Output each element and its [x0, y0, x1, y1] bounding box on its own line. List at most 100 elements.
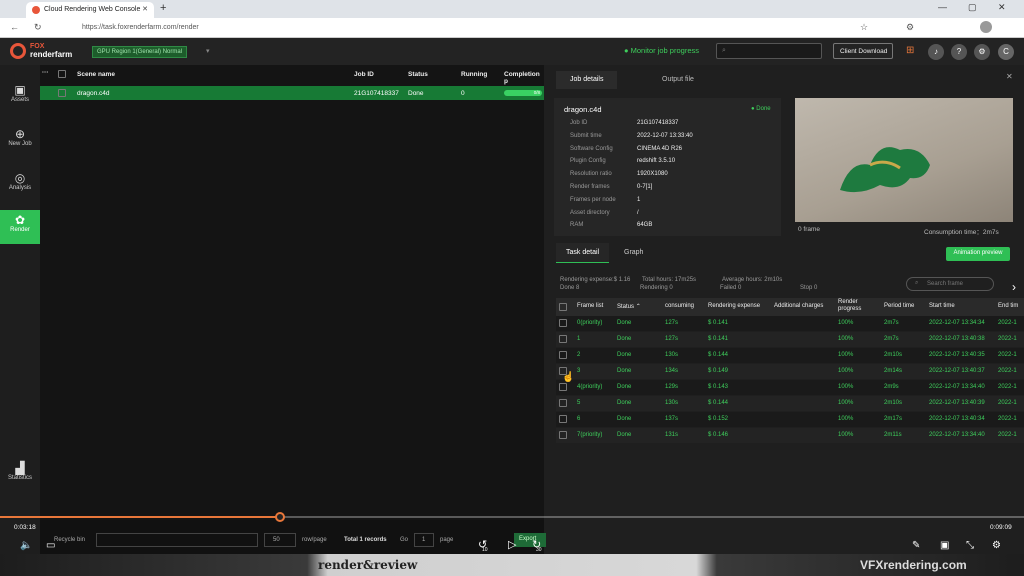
region-badge[interactable]: GPU Region 1(General) Normal	[92, 46, 188, 58]
avatar[interactable]: C	[998, 44, 1014, 60]
chevron-down-icon[interactable]: ▾	[206, 47, 210, 55]
go-label: Go	[400, 537, 409, 543]
url-input[interactable]: https://task.foxrenderfarm.com/render	[68, 20, 828, 36]
fullscreen-icon[interactable]: ⤡	[966, 540, 974, 551]
close-panel-icon[interactable]: ✕	[1006, 72, 1013, 81]
sidebar-item-statistics[interactable]: ▟ Statistics	[0, 458, 40, 492]
col-period-time[interactable]: Period time	[884, 303, 914, 309]
row-checkbox[interactable]	[559, 351, 567, 359]
job-table-header: ··· Scene name Job ID Status Running Com…	[40, 67, 544, 85]
close-tab-icon[interactable]: ✕	[142, 5, 148, 13]
col-frame-list[interactable]: Frame list	[577, 303, 603, 309]
table-row[interactable]: 6 Done 137s $ 0.152 100% 2m17s 2022-12-07 13:4…	[556, 412, 1024, 427]
table-row[interactable]: 1 Done 127s $ 0.141 100% 2m7s 2022-12-07 13:40…	[556, 332, 1024, 347]
tab-job-details[interactable]: Job details	[556, 71, 618, 89]
frame-cell: 134s	[665, 368, 679, 374]
row-checkbox[interactable]	[559, 319, 567, 327]
col-status[interactable]: Status ⌃	[617, 303, 641, 310]
table-row[interactable]: 7(priority) Done 131s $ 0.146 100% 2m11s 2022-…	[556, 428, 1024, 443]
refresh-icon[interactable]: ↻	[34, 22, 42, 33]
play-icon[interactable]: ▷	[508, 538, 516, 551]
sort-icon[interactable]: ⌃	[636, 304, 641, 310]
col-render-progress[interactable]: Render progress	[838, 299, 872, 313]
col-completion[interactable]: Completion p	[504, 71, 544, 85]
tab-output-file[interactable]: Output file	[648, 71, 708, 89]
volume-icon[interactable]: 🔈	[20, 540, 32, 551]
frame-cell: Done	[617, 368, 632, 374]
gift-icon[interactable]: ⊞	[906, 45, 914, 56]
frame-cell: 2022-12-07 13:34:40	[929, 432, 985, 438]
table-row[interactable]: 5 Done 130s $ 0.144 100% 2m10s 2022-12-07 13:4…	[556, 396, 1024, 411]
select-all-frames-checkbox[interactable]	[559, 303, 567, 311]
detail-scene-name: dragon.c4d	[564, 105, 602, 114]
minimize-icon[interactable]: —	[938, 2, 947, 12]
help-icon[interactable]: ?	[951, 44, 967, 60]
frame-search-input[interactable]: ⌕ Search frame	[906, 277, 994, 291]
col-running[interactable]: Running	[461, 71, 487, 78]
close-window-icon[interactable]: ✕	[998, 2, 1006, 13]
col-job-id[interactable]: Job ID	[354, 71, 374, 78]
page-number-input[interactable]: 1	[414, 533, 434, 547]
settings-icon[interactable]: ⚙	[974, 44, 990, 60]
col-end-time[interactable]: End tim	[998, 303, 1018, 309]
sidebar-item-assets[interactable]: ▣ Assets	[0, 80, 40, 114]
tab-task-detail[interactable]: Task detail	[556, 243, 610, 263]
frame-cell: $ 0.149	[708, 368, 729, 374]
recycle-bin-link[interactable]: Recycle bin	[54, 537, 85, 543]
col-additional-charges[interactable]: Additional charges	[774, 303, 823, 309]
frame-cell: $ 0.144	[708, 352, 729, 358]
row-checkbox[interactable]	[559, 399, 567, 407]
frame-cell: $ 0.146	[708, 432, 729, 438]
table-row[interactable]: 3 Done 134s $ 0.149 100% 2m14s 2022-12-07 13:4…	[556, 364, 1024, 379]
more-icon[interactable]: ···	[42, 69, 49, 76]
scene-name[interactable]: dragon.c4d	[77, 90, 110, 97]
maximize-icon[interactable]: ▢	[968, 2, 977, 13]
row-checkbox[interactable]	[559, 415, 567, 423]
logo[interactable]: FOX renderfarm	[10, 43, 72, 59]
col-start-time[interactable]: Start time	[929, 303, 955, 309]
frame-cell: 100%	[838, 416, 854, 422]
pager-filter-input[interactable]	[96, 533, 258, 547]
monitor-job-progress-link[interactable]: ● Monitor job progress	[624, 46, 699, 55]
col-status[interactable]: Status	[408, 71, 428, 78]
row-checkbox[interactable]	[559, 431, 567, 439]
row-checkbox[interactable]	[58, 89, 66, 97]
sidebar-item-render[interactable]: ✿ Render	[0, 210, 40, 244]
select-all-checkbox[interactable]	[58, 70, 66, 78]
chevron-right-icon[interactable]: ›	[1012, 280, 1016, 294]
table-row[interactable]: 4(priority) Done 129s $ 0.143 100% 2m9s 2022-1…	[556, 380, 1024, 395]
animation-preview-button[interactable]: Animation preview	[946, 247, 1010, 261]
pip-icon[interactable]: ▣	[940, 540, 949, 551]
table-row[interactable]: 0(priority) Done 127s $ 0.141 100% 2m7s 2022-1…	[556, 316, 1024, 331]
captions-icon[interactable]: ▭	[46, 540, 55, 551]
video-scrubber-handle[interactable]	[275, 512, 285, 522]
progress-text: 0/8	[533, 90, 540, 95]
summary-stop: Stop 0	[800, 285, 818, 291]
sidebar-item-new-job[interactable]: ⊕ New Job	[0, 124, 40, 158]
favorites-icon[interactable]: ☆	[860, 22, 868, 33]
table-row[interactable]: dragon.c4d 21G107418337 Done 0	[40, 86, 544, 100]
pen-icon[interactable]: ✎	[912, 540, 920, 551]
new-tab-icon[interactable]: +	[160, 2, 166, 14]
table-row[interactable]: 2 Done 130s $ 0.144 100% 2m10s 2022-12-07 13:4…	[556, 348, 1024, 363]
row-checkbox[interactable]	[559, 383, 567, 391]
profile-icon[interactable]	[980, 21, 992, 33]
frame-cell: 2022-12-07 13:40:39	[929, 400, 985, 406]
bell-icon[interactable]: ♪	[928, 44, 944, 60]
col-consuming[interactable]: consuming	[665, 303, 694, 309]
back-icon[interactable]: ←	[10, 22, 19, 32]
row-checkbox[interactable]	[559, 335, 567, 343]
col-scene-name[interactable]: Scene name	[77, 71, 115, 78]
browser-tab[interactable]: Cloud Rendering Web Console ✕	[26, 2, 154, 18]
settings-icon[interactable]: ⚙	[992, 540, 1001, 551]
sidebar-item-analysis[interactable]: ◎ Analysis	[0, 168, 40, 202]
client-download-button[interactable]: Client Download	[833, 43, 893, 59]
sidebar-item-label: Assets	[10, 97, 29, 103]
col-rendering-expense[interactable]: Rendering expense	[708, 303, 760, 309]
extensions-icon[interactable]: ⚙	[906, 22, 914, 33]
tab-graph[interactable]: Graph	[614, 243, 653, 263]
per-page-select[interactable]: 50	[264, 533, 296, 547]
frame-cell: 1	[577, 336, 581, 342]
header-search-input[interactable]: ⌕	[716, 43, 822, 59]
frame-cell: 100%	[838, 400, 854, 406]
